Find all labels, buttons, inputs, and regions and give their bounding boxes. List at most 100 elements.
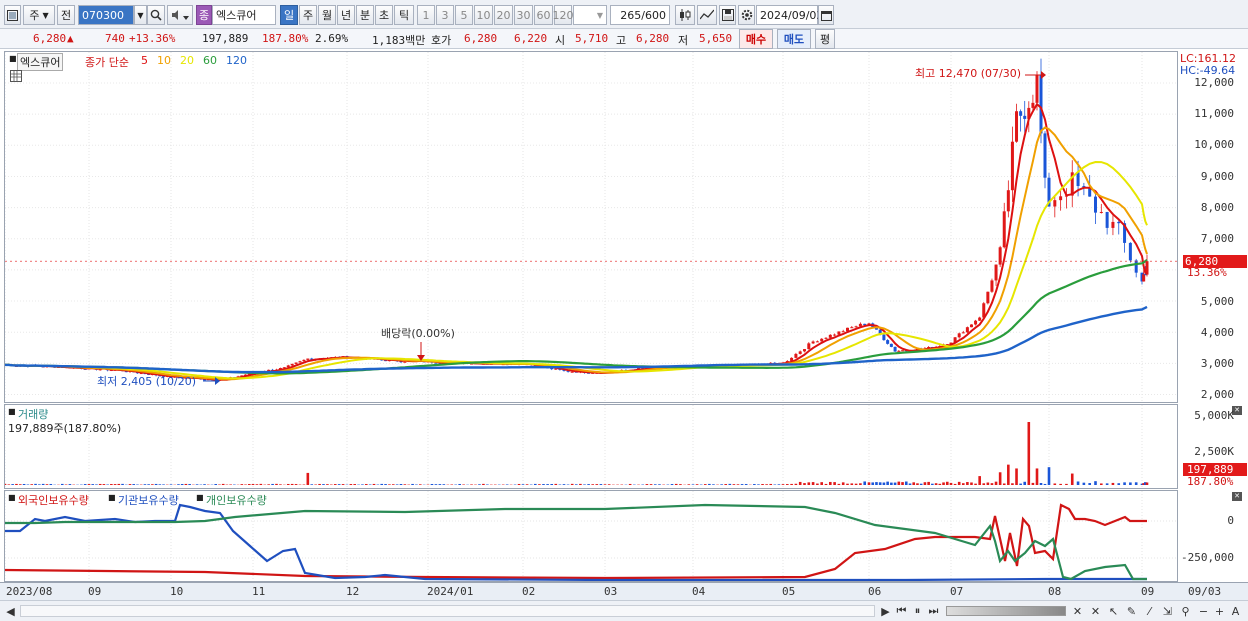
font-size-icon[interactable]: A: [1228, 603, 1243, 619]
avg-button[interactable]: 평: [815, 29, 835, 49]
period-year[interactable]: 년: [337, 5, 355, 25]
volume-bar: [221, 483, 225, 485]
prev-button[interactable]: 전: [57, 5, 75, 25]
candle: [978, 317, 982, 321]
volume-bar: [931, 483, 934, 485]
stock-code-input[interactable]: 070300: [78, 5, 134, 25]
volume-bar: [438, 484, 442, 485]
ma-legend-120[interactable]: 120: [226, 54, 247, 67]
minute-3[interactable]: 3: [436, 5, 454, 25]
volume-bar: [388, 484, 391, 485]
first-page-icon[interactable]: ⏮: [894, 603, 909, 619]
scroll-left-icon[interactable]: ◀: [3, 603, 18, 619]
stock-name-field[interactable]: 엑스큐어: [212, 5, 276, 25]
minute-10[interactable]: 10: [474, 5, 493, 25]
minute-1[interactable]: 1: [417, 5, 435, 25]
zoom-in-icon[interactable]: +: [1212, 603, 1227, 619]
line-icon[interactable]: ⁄: [1142, 603, 1157, 619]
candle: [897, 350, 901, 352]
holdings-chart[interactable]: [5, 491, 1178, 582]
ma-legend-10[interactable]: 10: [157, 54, 171, 67]
volume-bar: [38, 484, 41, 485]
calendar-icon[interactable]: [818, 5, 834, 25]
price-chart[interactable]: [5, 52, 1178, 403]
scroll-right-icon[interactable]: ▶: [878, 603, 893, 619]
minute-60[interactable]: 60: [534, 5, 553, 25]
period-week[interactable]: 주: [299, 5, 317, 25]
sell-button[interactable]: 매도: [777, 29, 811, 49]
gear-icon[interactable]: [738, 5, 755, 25]
chevron-down-icon[interactable]: ▼: [134, 5, 147, 25]
volume-bar: [267, 484, 270, 485]
period-minute[interactable]: 분: [356, 5, 374, 25]
volume-bar: [708, 483, 711, 485]
period-day[interactable]: 일: [280, 5, 298, 25]
legend-individual[interactable]: 개인보유수량: [206, 492, 267, 508]
sound-icon[interactable]: [167, 5, 193, 25]
minute-20[interactable]: 20: [494, 5, 513, 25]
candle: [957, 333, 961, 338]
volume-bar: [732, 484, 736, 485]
volume-bar: [871, 482, 875, 485]
indicator-icon[interactable]: [697, 5, 717, 25]
date-input[interactable]: 2024/09/03: [756, 5, 823, 25]
candle: [298, 361, 302, 363]
volume-bar: [1019, 483, 1022, 485]
volume-bar: [863, 481, 866, 485]
legend-institution[interactable]: 기관보유수량: [118, 492, 179, 508]
period-type-select[interactable]: 주 ▼: [23, 5, 55, 25]
minute-30[interactable]: 30: [514, 5, 533, 25]
minute-5[interactable]: 5: [455, 5, 473, 25]
legend-foreign[interactable]: 외국인보유수량: [18, 492, 89, 508]
volume-bar: [846, 483, 849, 485]
layout-icon[interactable]: [4, 5, 21, 25]
holdings-panel[interactable]: ■ 외국인보유수량 ■ 기관보유수량 ■ 개인보유수량: [4, 490, 1178, 582]
candle: [290, 363, 294, 366]
volume-bar: [1070, 473, 1074, 485]
draw-icon[interactable]: ✎: [1124, 603, 1139, 619]
volume-bar: [380, 483, 384, 485]
volume-bar: [546, 484, 549, 485]
cross-icon[interactable]: ✕: [1088, 603, 1103, 619]
volume-panel[interactable]: ■ 거래량 197,889주(187.80%): [4, 404, 1178, 489]
volume-bar: [875, 482, 878, 485]
buy-button[interactable]: 매수: [739, 29, 773, 49]
period-second[interactable]: 초: [375, 5, 393, 25]
period-month[interactable]: 월: [318, 5, 336, 25]
volume-chart[interactable]: [5, 405, 1178, 489]
price-chart-panel[interactable]: ■ 엑스큐어 종가 단순 5 10 20 60 120 최고 12,470 (07/30…: [4, 51, 1178, 403]
custom-period-select[interactable]: ▼: [573, 5, 607, 25]
period-tick[interactable]: 틱: [394, 5, 414, 25]
zoom-out-icon[interactable]: −: [1196, 603, 1211, 619]
volume-bar: [411, 483, 414, 485]
measure-icon[interactable]: ✕: [1070, 603, 1085, 619]
volume-bar: [986, 482, 990, 485]
volume-bar: [279, 484, 282, 485]
pause-icon[interactable]: ⏸: [910, 603, 925, 619]
volume-bar: [1059, 483, 1062, 485]
zoom-range-slider[interactable]: [946, 606, 1066, 616]
ma-legend-20[interactable]: 20: [180, 54, 194, 67]
fit-icon[interactable]: ⇲: [1160, 603, 1175, 619]
search-icon[interactable]: [147, 5, 165, 25]
save-icon[interactable]: [719, 5, 736, 25]
zoom-icon[interactable]: ⚲: [1178, 603, 1193, 619]
horizontal-scrollbar[interactable]: [20, 605, 875, 617]
grid-icon[interactable]: [10, 70, 22, 82]
ma-legend-5[interactable]: 5: [141, 54, 148, 67]
ma-legend-60[interactable]: 60: [203, 54, 217, 67]
minute-120[interactable]: 120: [553, 5, 574, 25]
stock-label[interactable]: 엑스큐어: [17, 53, 64, 71]
ma-legend-title[interactable]: 종가 단순: [85, 54, 129, 70]
count-input[interactable]: 265/600: [610, 5, 670, 25]
last-page-icon[interactable]: ⏭: [926, 603, 941, 619]
volume-bar: [886, 481, 889, 485]
candle: [1094, 196, 1097, 213]
candle-type-icon[interactable]: [675, 5, 695, 25]
open-price: 5,710: [575, 32, 609, 45]
volume-bar: [430, 484, 434, 485]
pointer-icon[interactable]: ↖: [1106, 603, 1121, 619]
close-icon[interactable]: ✕: [1232, 492, 1242, 501]
volume-bar: [923, 482, 927, 485]
volume-bar: [259, 483, 263, 485]
